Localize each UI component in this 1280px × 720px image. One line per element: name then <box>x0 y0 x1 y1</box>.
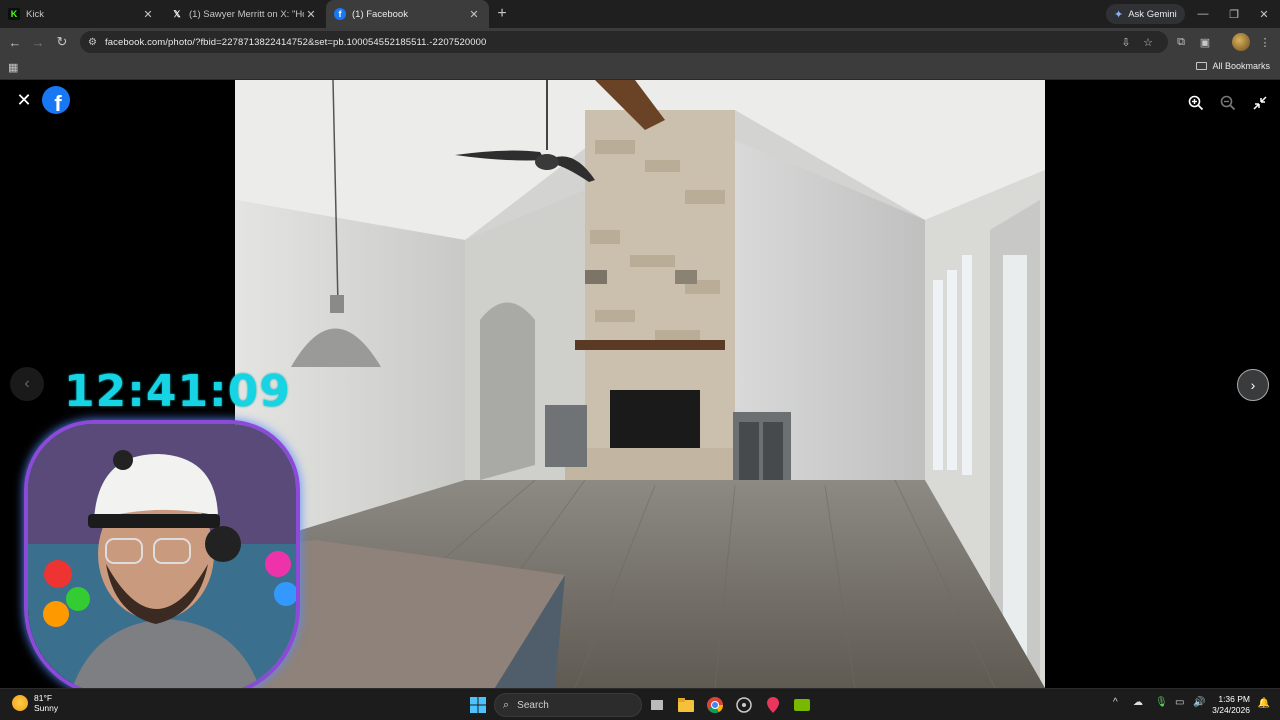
restore-window-button[interactable]: ❐ <box>1219 0 1249 28</box>
tab-facebook[interactable]: f (1) Facebook ✕ <box>326 0 489 28</box>
gemini-spark-icon: ✦ <box>1114 8 1124 21</box>
install-app-icon[interactable]: ⇩ <box>1117 33 1135 51</box>
browser-tab-strip: K Kick ✕ 𝕏 (1) Sawyer Merritt on X: "Hol… <box>0 0 1280 28</box>
weather-description: Sunny <box>34 703 59 713</box>
streamer-webcam-image <box>28 424 296 694</box>
browser-toolbar: ← → ↻ ⚙ facebook.com/photo/?fbid=2278713… <box>0 28 1280 56</box>
clock-time: 1:36 PM <box>1218 694 1250 704</box>
ask-gemini-button[interactable]: ✦ Ask Gemini <box>1106 4 1185 24</box>
bookmark-star-icon[interactable]: ☆ <box>1139 33 1157 51</box>
address-bar[interactable]: ⚙ facebook.com/photo/?fbid=2278713822414… <box>80 31 1168 53</box>
bookmarks-bar: ▦ All Bookmarks <box>0 56 1280 80</box>
search-icon: ⌕ <box>503 698 510 711</box>
tab-title: Kick <box>26 8 44 20</box>
weather-temperature: 81°F <box>34 693 53 703</box>
task-view-icon[interactable] <box>647 695 667 715</box>
all-bookmarks-label: All Bookmarks <box>1212 61 1270 71</box>
notifications-icon[interactable]: 🔔 <box>1258 698 1270 709</box>
clock-date: 3/24/2026 <box>1212 705 1250 715</box>
side-panel-icon[interactable]: ▣ <box>1196 33 1214 51</box>
site-info-icon[interactable]: ⚙ <box>88 37 97 48</box>
windows-start-icon[interactable] <box>468 695 488 715</box>
volume-icon[interactable]: 🔊 <box>1193 697 1205 708</box>
taskbar-search-box[interactable]: ⌕ Search <box>494 693 642 717</box>
living-room-image <box>235 80 1045 688</box>
minimize-window-button[interactable]: — <box>1188 0 1218 28</box>
system-clock[interactable]: 1:36 PM 3/24/2026 <box>1212 694 1250 716</box>
previous-photo-button[interactable]: ‹ <box>10 367 44 401</box>
tab-sawyer-merritt[interactable]: 𝕏 (1) Sawyer Merritt on X: "Holy m ✕ <box>163 0 326 28</box>
windows-taskbar: 81°F Sunny ⌕ Search ^ ☁ 🎙 ▭ 🔊 1:36 PM 3/… <box>0 688 1280 720</box>
weather-widget[interactable]: 81°F Sunny <box>12 693 58 713</box>
profile-avatar[interactable] <box>1232 33 1250 51</box>
apps-grid-icon[interactable]: ▦ <box>8 61 20 74</box>
browser-menu-icon[interactable]: ⋮ <box>1256 33 1274 51</box>
tray-app-icon[interactable]: ☁ <box>1133 697 1143 708</box>
tab-title: (1) Facebook <box>352 8 408 20</box>
maps-pin-icon[interactable] <box>763 695 783 715</box>
x-favicon-icon: 𝕏 <box>173 8 181 19</box>
close-viewer-icon[interactable]: ✕ <box>14 90 34 110</box>
tab-close-icon[interactable]: ✕ <box>141 7 155 21</box>
nvidia-icon[interactable] <box>792 695 812 715</box>
tab-kick[interactable]: K Kick ✕ <box>0 0 163 28</box>
reload-button[interactable]: ↻ <box>53 33 71 51</box>
stream-clock: 12:41:09 <box>64 366 291 417</box>
forward-button[interactable]: → <box>29 33 47 51</box>
webcam-overlay <box>24 420 300 698</box>
exit-fullscreen-icon[interactable] <box>1250 93 1270 113</box>
new-tab-button[interactable]: + <box>489 0 515 28</box>
tab-close-icon[interactable]: ✕ <box>467 7 481 21</box>
extensions-icon[interactable]: ⧉ <box>1172 33 1190 51</box>
facebook-logo-icon[interactable]: f <box>42 86 70 114</box>
show-hidden-icons-icon[interactable]: ^ <box>1113 697 1118 708</box>
room-photo <box>235 80 1045 688</box>
next-photo-button[interactable]: › <box>1237 369 1269 401</box>
facebook-favicon-icon: f <box>334 8 346 20</box>
sunny-weather-icon <box>12 695 28 711</box>
file-explorer-icon[interactable] <box>676 695 696 715</box>
microphone-icon[interactable]: 🎙 <box>1155 697 1168 708</box>
close-window-button[interactable]: ✕ <box>1249 0 1279 28</box>
back-button[interactable]: ← <box>6 33 24 51</box>
zoom-out-icon[interactable] <box>1218 93 1238 113</box>
ask-gemini-label: Ask Gemini <box>1128 8 1177 20</box>
tab-close-icon[interactable]: ✕ <box>304 7 318 21</box>
tab-title: (1) Sawyer Merritt on X: "Holy m <box>189 8 304 20</box>
kick-favicon-icon: K <box>8 8 20 20</box>
all-bookmarks-button[interactable]: All Bookmarks <box>1196 61 1270 71</box>
url-text: facebook.com/photo/?fbid=227871382241475… <box>104 36 487 48</box>
network-icon[interactable]: ▭ <box>1175 697 1184 708</box>
search-label: Search <box>517 699 549 711</box>
folder-icon <box>1196 62 1208 70</box>
obs-icon[interactable] <box>734 695 754 715</box>
zoom-in-icon[interactable] <box>1186 93 1206 113</box>
chrome-icon[interactable] <box>705 695 725 715</box>
